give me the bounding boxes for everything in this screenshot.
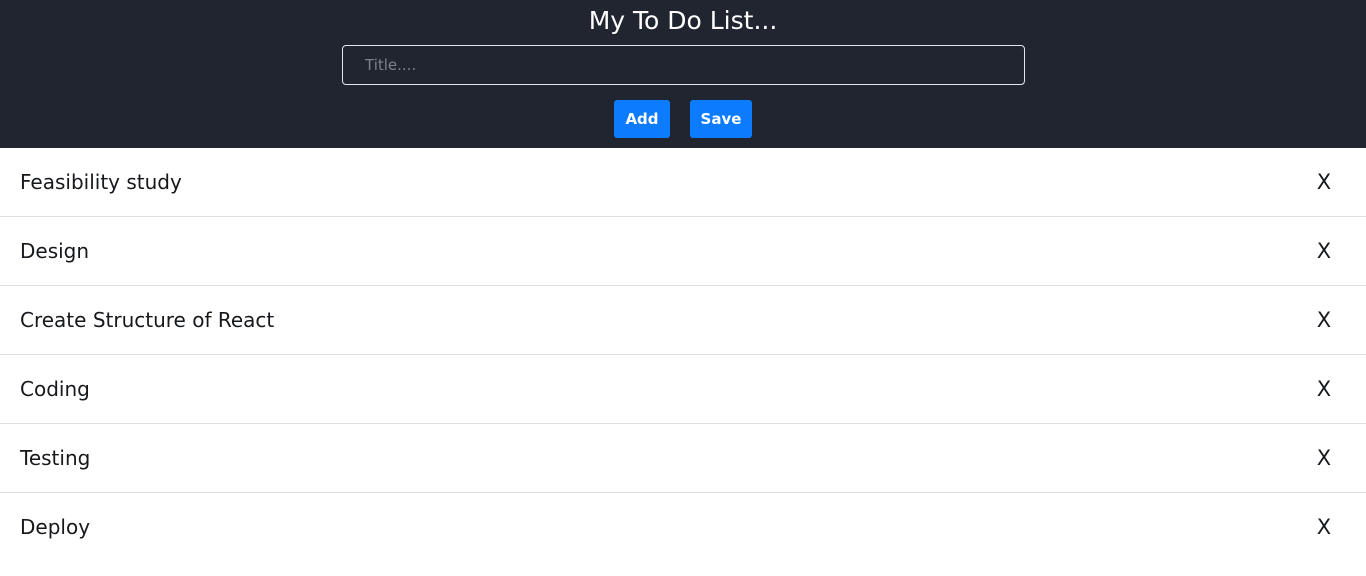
todo-list: Feasibility study X Design X Create Stru…: [0, 148, 1366, 562]
list-item: Coding X: [0, 355, 1366, 424]
list-item: Feasibility study X: [0, 148, 1366, 217]
delete-icon[interactable]: X: [1312, 286, 1336, 354]
list-item: Create Structure of React X: [0, 286, 1366, 355]
todo-item-label: Create Structure of React: [20, 308, 275, 332]
delete-icon[interactable]: X: [1312, 493, 1336, 561]
todo-item-label: Feasibility study: [20, 170, 182, 194]
todo-item-label: Coding: [20, 377, 90, 401]
todo-item-label: Design: [20, 239, 90, 263]
delete-icon[interactable]: X: [1312, 148, 1336, 216]
add-button[interactable]: Add: [614, 100, 670, 138]
app-header: My To Do List... Add Save: [0, 0, 1366, 148]
delete-icon[interactable]: X: [1312, 424, 1336, 492]
list-item: Design X: [0, 217, 1366, 286]
todo-item-label: Testing: [20, 446, 91, 470]
save-button[interactable]: Save: [690, 100, 752, 138]
delete-icon[interactable]: X: [1312, 355, 1336, 423]
todo-item-label: Deploy: [20, 515, 91, 539]
title-input[interactable]: [342, 45, 1025, 85]
page-title: My To Do List...: [588, 6, 778, 35]
list-item: Testing X: [0, 424, 1366, 493]
list-item: Deploy X: [0, 493, 1366, 562]
delete-icon[interactable]: X: [1312, 217, 1336, 285]
